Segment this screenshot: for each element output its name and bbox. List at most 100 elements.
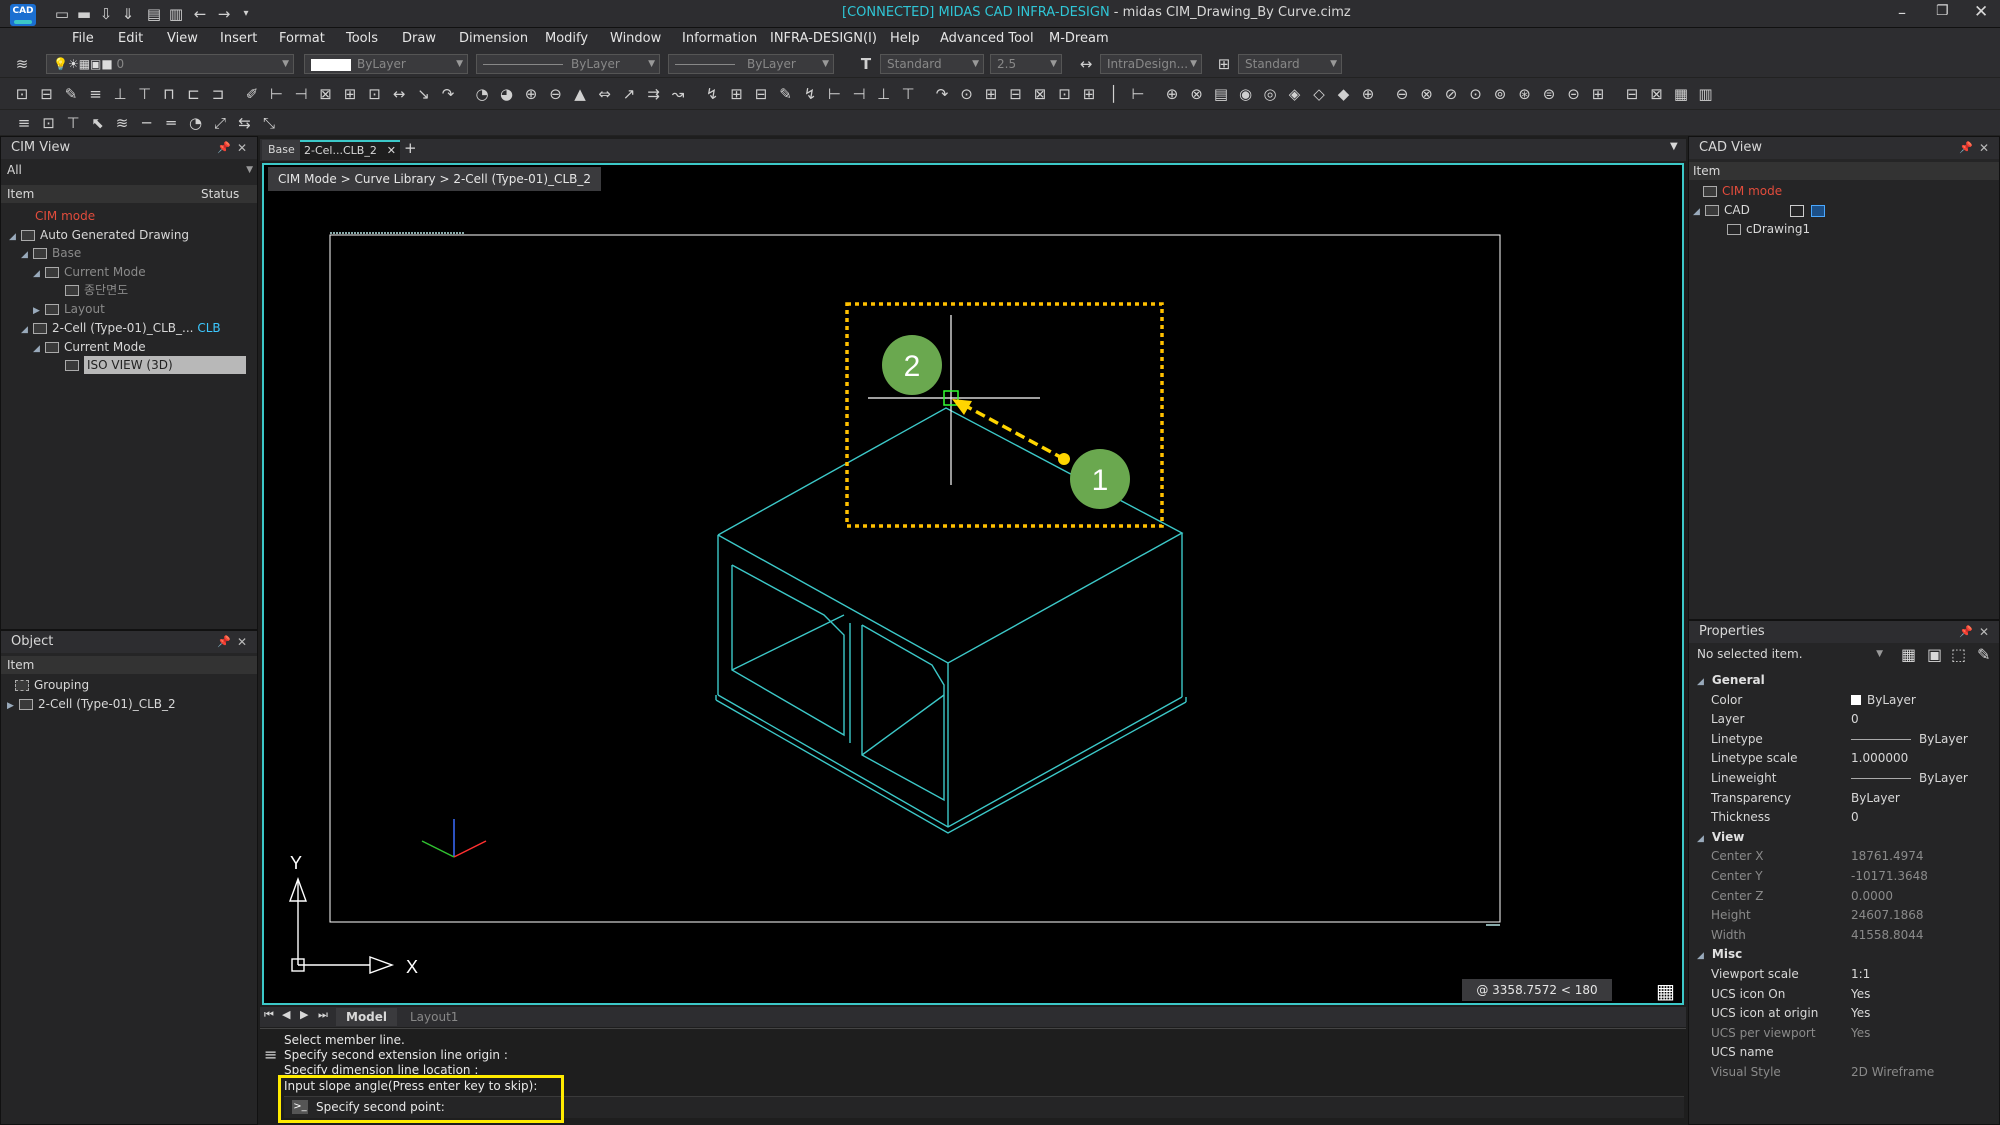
new-tab-icon[interactable]: + <box>404 139 417 157</box>
area-tool-icon[interactable]: ↗ <box>619 84 639 104</box>
arc-tool-icon[interactable]: ≡ <box>86 84 106 104</box>
array-tool-icon[interactable]: ◈ <box>1285 84 1305 104</box>
close-window-icon[interactable]: ✕ <box>1974 2 1988 22</box>
text-style-combo[interactable]: Standard ▼ <box>880 54 984 74</box>
quick-access-dropdown-icon[interactable]: ▾ <box>236 4 256 24</box>
toggle-pickadd-icon[interactable]: ▣ <box>1927 645 1942 664</box>
print-icon[interactable]: ▤ <box>144 4 164 24</box>
pin-icon[interactable]: 📌 <box>1959 621 1973 643</box>
tree-item-longitudinal-section[interactable]: 종단면도 <box>65 281 128 299</box>
expand-toggle-icon[interactable]: ◢ <box>21 246 33 264</box>
offset-tool-icon[interactable]: ◔ <box>472 84 492 104</box>
expand-toggle-icon[interactable]: ◢ <box>1693 203 1705 221</box>
tab-base[interactable]: Base <box>262 140 301 160</box>
property-row[interactable]: Transparency ByLayer <box>1711 789 2000 808</box>
properties-icon[interactable]: ≡ <box>14 113 34 133</box>
minimize-icon[interactable]: – <box>1898 3 1906 22</box>
polyline-tool-icon[interactable]: ⊞ <box>1588 84 1608 104</box>
arc-tool-icon[interactable]: ⊣ <box>849 84 869 104</box>
text-edit-icon[interactable]: ⊤ <box>63 113 83 133</box>
dimension-tool-icon[interactable]: ⊜ <box>1539 84 1559 104</box>
tree-item-2cell-clb[interactable]: ◢ 2-Cell (Type-01)_CLB_... CLB <box>21 319 221 337</box>
expand-toggle-icon[interactable]: ◢ <box>33 265 45 283</box>
tree-item-current-mode-2[interactable]: ◢ Current Mode <box>33 338 146 356</box>
menu-view[interactable]: View <box>167 28 198 50</box>
color-combo[interactable]: ByLayer ▼ <box>304 54 468 74</box>
property-row[interactable]: Color ByLayer <box>1711 691 2000 710</box>
trim-tool-icon[interactable]: ⊕ <box>1162 84 1182 104</box>
property-row[interactable]: Center Z 0.0000 <box>1711 887 2000 906</box>
tree-item-layout[interactable]: ▶ Layout <box>33 300 105 318</box>
quick-select-icon[interactable]: ▦ <box>1901 645 1916 664</box>
layer-tool-icon[interactable]: ⊘ <box>1441 84 1461 104</box>
property-row[interactable]: Linetype scale 1.000000 <box>1711 749 2000 768</box>
dimension-tool-icon[interactable]: ⊡ <box>12 84 32 104</box>
property-row[interactable]: Viewport scale 1:1 <box>1711 965 2000 984</box>
text-tool-icon[interactable]: ⊙ <box>957 84 977 104</box>
tree-item-cdrawing1[interactable]: cDrawing1 <box>1727 220 1810 238</box>
pick-icon[interactable]: ✎ <box>1977 645 1990 664</box>
layer-states-icon[interactable]: ≋ <box>112 113 132 133</box>
save-icon[interactable]: ⇩ <box>96 4 116 24</box>
circle-tool-icon[interactable]: ⊥ <box>874 84 894 104</box>
list-tool-icon[interactable]: ⊗ <box>1417 84 1437 104</box>
menu-help[interactable]: Help <box>890 28 920 50</box>
pin-icon[interactable]: 📌 <box>217 631 231 653</box>
circle-tool-icon[interactable]: ⊥ <box>110 84 130 104</box>
tree-item-grouping[interactable]: Grouping <box>15 676 89 694</box>
circle-tool-icon[interactable]: ⊠ <box>1647 84 1667 104</box>
text-style-icon[interactable]: T <box>856 54 876 74</box>
arc-tool-icon[interactable]: ⊟ <box>1622 84 1642 104</box>
menu-tools[interactable]: Tools <box>346 28 378 50</box>
close-panel-icon[interactable]: ✕ <box>1979 621 1989 643</box>
menu-window[interactable]: Window <box>610 28 661 50</box>
property-row[interactable]: UCS name <box>1711 1043 2000 1062</box>
xref-tool-icon[interactable]: ⊛ <box>1515 84 1535 104</box>
move-tool-icon[interactable]: ⊣ <box>291 84 311 104</box>
extend-tool-icon[interactable]: ↘ <box>414 84 434 104</box>
selection-select[interactable]: No selected item. ▼ <box>1691 645 1887 665</box>
property-row[interactable]: Center X 18761.4974 <box>1711 847 2000 866</box>
erase-tool-icon[interactable]: ▲ <box>570 84 590 104</box>
regen-icon[interactable]: ◔ <box>186 113 206 133</box>
line-tool-icon[interactable]: ⊝ <box>1564 84 1584 104</box>
layer-tool-icon[interactable]: ↝ <box>668 84 688 104</box>
last-layout-icon[interactable]: ⏭ <box>318 1008 328 1022</box>
table-tool-icon[interactable]: ⊐ <box>208 84 228 104</box>
mirror-tool-icon[interactable]: ◎ <box>1260 84 1280 104</box>
property-row[interactable]: Width 41558.8044 <box>1711 926 2000 945</box>
menu-edit[interactable]: Edit <box>118 28 143 50</box>
fillet-tool-icon[interactable]: ↷ <box>438 84 458 104</box>
text-tool-icon[interactable]: ⊏ <box>184 84 204 104</box>
dimension-tool-icon[interactable]: ✎ <box>776 84 796 104</box>
property-row[interactable]: UCS icon at origin Yes <box>1711 1004 2000 1023</box>
xref-tool-icon[interactable]: ⊟ <box>751 84 771 104</box>
dim-style-combo[interactable]: IntraDesign... ▼ <box>1100 54 1202 74</box>
close-panel-icon[interactable]: ✕ <box>237 631 247 653</box>
line-tool-icon[interactable]: ⊟ <box>37 84 57 104</box>
group-tool-icon[interactable]: ⊞ <box>727 84 747 104</box>
collapse-toggle-icon[interactable]: ▶ <box>33 302 45 320</box>
redo-icon[interactable]: → <box>214 4 234 24</box>
tree-item-2cell-object[interactable]: ▶ 2-Cell (Type-01)_CLB_2 <box>7 695 176 713</box>
menu-insert[interactable]: Insert <box>220 28 257 50</box>
thickness-icon[interactable]: ═ <box>161 113 181 133</box>
rectangle-tool-icon[interactable]: ⊤ <box>898 84 918 104</box>
hatch-tool-icon[interactable]: ▥ <box>1696 84 1716 104</box>
menu-format[interactable]: Format <box>279 28 325 50</box>
text-size-combo[interactable]: 2.5 ▼ <box>990 54 1062 74</box>
close-panel-icon[interactable]: ✕ <box>237 137 247 159</box>
rotate-tool-icon[interactable]: │ <box>1104 84 1124 104</box>
erase-tool-icon[interactable]: ◆ <box>1334 84 1354 104</box>
table-style-combo[interactable]: Standard ▼ <box>1238 54 1342 74</box>
select-icon[interactable]: ⬉ <box>88 113 108 133</box>
offset-tool-icon[interactable]: ◉ <box>1236 84 1256 104</box>
dim-style-icon[interactable]: ↔ <box>1076 54 1096 74</box>
property-row[interactable]: Height 24607.1868 <box>1711 906 2000 925</box>
area-tool-icon[interactable]: ⊖ <box>1392 84 1412 104</box>
block-editor-icon[interactable]: ⊡ <box>39 113 59 133</box>
open-folder-icon[interactable]: ▬ <box>74 4 94 24</box>
rectangle-tool-icon[interactable]: ▦ <box>1671 84 1691 104</box>
restore-icon[interactable]: ❐ <box>1936 3 1949 19</box>
menu-advanced-tool[interactable]: Advanced Tool <box>940 28 1034 50</box>
